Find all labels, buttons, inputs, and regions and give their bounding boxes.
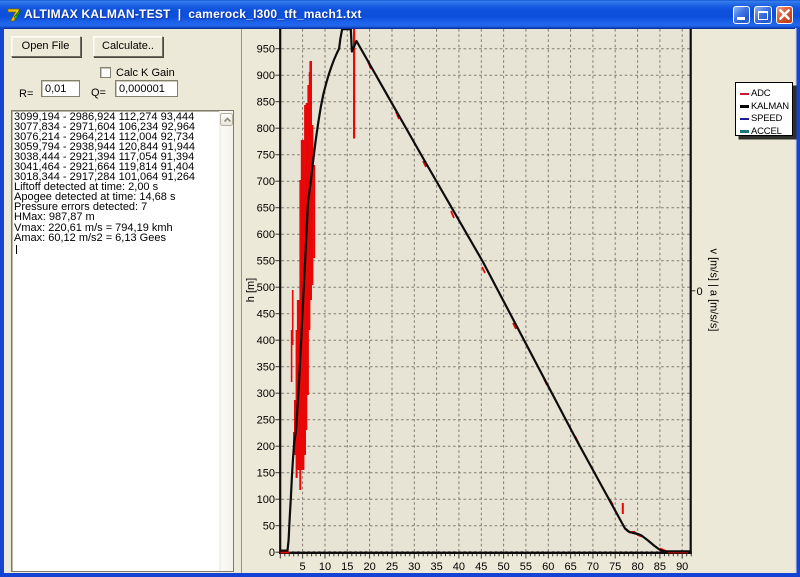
svg-text:50: 50: [497, 561, 509, 573]
svg-text:35: 35: [430, 561, 442, 573]
svg-text:85: 85: [654, 561, 666, 573]
svg-text:20: 20: [363, 561, 375, 573]
svg-text:10: 10: [319, 561, 331, 573]
svg-text:5: 5: [300, 561, 306, 573]
svg-text:700: 700: [257, 176, 275, 188]
svg-text:25: 25: [386, 561, 398, 573]
svg-text:250: 250: [257, 415, 275, 427]
svg-text:550: 550: [257, 256, 275, 268]
svg-text:90: 90: [676, 561, 688, 573]
svg-text:500: 500: [257, 282, 275, 294]
svg-text:0: 0: [697, 286, 703, 298]
svg-text:15: 15: [341, 561, 353, 573]
svg-text:h [m]: h [m]: [245, 278, 257, 302]
svg-text:350: 350: [257, 362, 275, 374]
svg-text:750: 750: [257, 150, 275, 162]
svg-text:70: 70: [587, 561, 599, 573]
svg-text:80: 80: [631, 561, 643, 573]
svg-text:200: 200: [257, 441, 275, 453]
svg-text:30: 30: [408, 561, 420, 573]
svg-text:450: 450: [257, 309, 275, 321]
svg-text:75: 75: [609, 561, 621, 573]
svg-text:650: 650: [257, 203, 275, 215]
svg-text:60: 60: [542, 561, 554, 573]
svg-text:150: 150: [257, 468, 275, 480]
svg-text:40: 40: [453, 561, 465, 573]
svg-text:v [m/s] | a [m/s/s]: v [m/s] | a [m/s/s]: [708, 249, 720, 332]
svg-text:850: 850: [257, 97, 275, 109]
svg-text:900: 900: [257, 70, 275, 82]
svg-text:50: 50: [263, 521, 275, 533]
svg-text:0: 0: [269, 547, 275, 559]
svg-text:600: 600: [257, 229, 275, 241]
svg-text:800: 800: [257, 123, 275, 135]
svg-text:950: 950: [257, 44, 275, 56]
svg-text:65: 65: [564, 561, 576, 573]
svg-text:45: 45: [475, 561, 487, 573]
svg-text:300: 300: [257, 388, 275, 400]
svg-text:400: 400: [257, 335, 275, 347]
svg-text:55: 55: [520, 561, 532, 573]
svg-text:100: 100: [257, 494, 275, 506]
